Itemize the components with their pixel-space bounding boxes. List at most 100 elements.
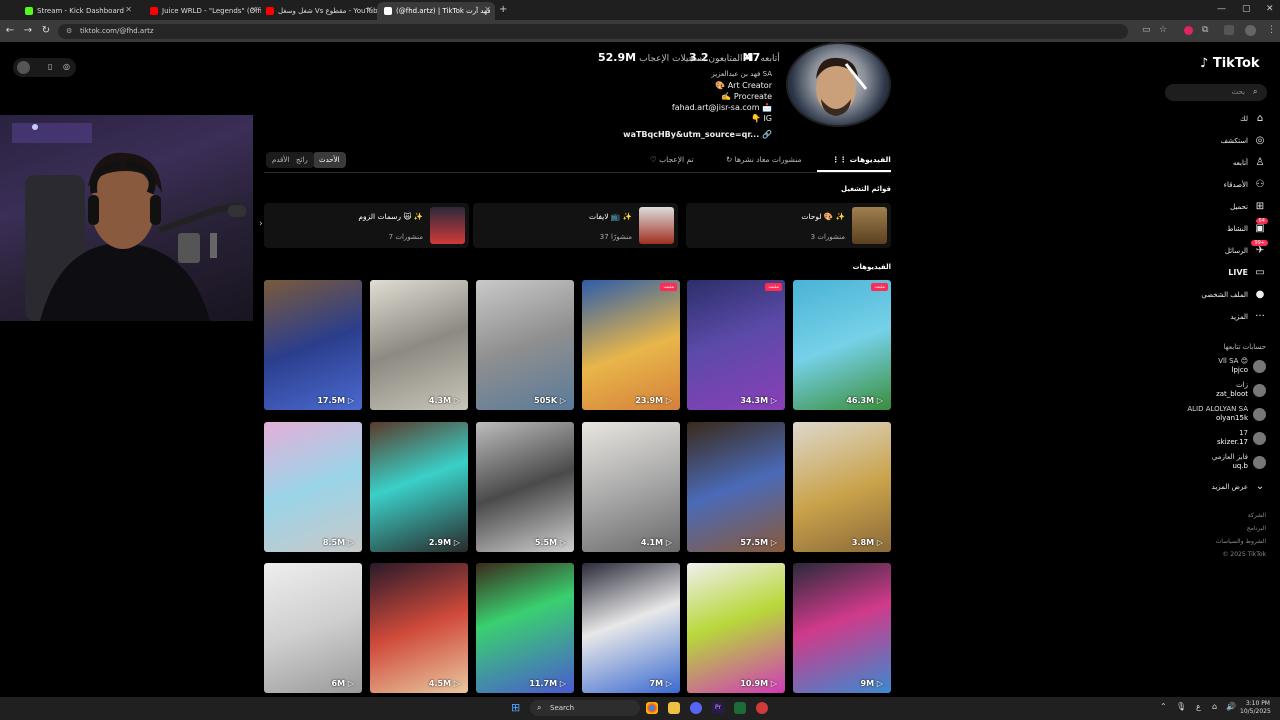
site-info-icon[interactable]: ⚙ [66,27,72,35]
bookmark-star-icon[interactable]: ☆ [1159,25,1167,35]
video-thumbnail[interactable]: 4.1M ▷ [582,422,680,552]
sidebar-item-compass[interactable]: استكشف ◎ [1221,135,1266,146]
language-icon[interactable]: ع [1196,702,1201,711]
playlists-prev-arrow[interactable]: › [259,219,263,229]
microphone-icon[interactable]: 🎙 [1176,702,1186,711]
url-field[interactable]: tiktok.com/@fhd.artz [58,24,1128,39]
taskbar-search[interactable]: Search [530,700,640,716]
show-more-button[interactable]: عرض المزيد ⌄ [1212,481,1266,492]
clock[interactable]: 3:10 PM 10/5/2025 [1240,700,1271,716]
footer-link[interactable]: الشركة [1248,512,1266,519]
premiere-icon[interactable]: Pr [712,702,724,714]
profile-icon: ● [1255,289,1265,300]
search-icon[interactable]: ⌕ [1253,87,1257,97]
browser-tab[interactable]: شغل وسغل Vs مقطوع - YouTube✕ [259,2,377,20]
following-account[interactable]: ALID ALOLYAN SA olyan15k [1187,405,1266,423]
playlist-card[interactable]: لايفات 📺 ✨ 37 منشورًا [473,203,678,248]
extensions-puzzle-icon[interactable]: ⧉ [1202,25,1208,35]
sidebar-panel-icon[interactable] [1224,25,1234,35]
forward-icon[interactable]: → [21,25,35,36]
sidebar-item-profile[interactable]: الملف الشخصي ● [1201,289,1266,300]
excel-icon[interactable] [734,702,746,714]
profile-link[interactable]: waTBqcHBy&utm_source=qr... 🔗 [623,130,772,139]
search-input[interactable]: بحث [1165,84,1267,101]
sidebar-item-friends[interactable]: الأصدقاء ⚇ [1224,179,1266,190]
reload-icon[interactable]: ↻ [39,25,53,36]
following-account[interactable]: فايز العازمي uq.b [1212,453,1266,471]
video-thumbnail[interactable]: 9M ▷ [793,563,891,693]
new-tab-button[interactable]: + [499,4,507,15]
video-thumbnail[interactable]: مثبت 34.3M ▷ [687,280,785,410]
video-thumbnail[interactable]: 505K ▷ [476,280,574,410]
sidebar-item-upload[interactable]: تحميل ⊞ [1230,201,1266,212]
stat-likes[interactable]: 52.9M تسجيلات الإعجاب [598,51,705,64]
discord-icon[interactable] [690,702,702,714]
more-icon: ··· [1255,311,1265,322]
volume-icon[interactable]: 🔊 [1226,702,1236,711]
maximize-button[interactable]: ▢ [1242,4,1251,14]
footer-link[interactable]: © 2025 TikTok [1223,551,1267,558]
video-thumbnail[interactable]: 7M ▷ [582,563,680,693]
tiktok-logo[interactable]: ♪ TikTok [1200,56,1260,71]
tab-liked[interactable]: ♡ تم الإعجاب [650,155,694,164]
file-explorer-icon[interactable] [668,702,680,714]
minimize-button[interactable]: — [1217,4,1226,14]
playlist-card[interactable]: لوحات 🎨 ✨ 3 منشورات [686,203,891,248]
video-thumbnail[interactable]: 57.5M ▷ [687,422,785,552]
overlay-avatar[interactable] [17,61,30,74]
tab-favicon-icon [384,7,392,15]
sidebar-item-live[interactable]: LIVE ▭ [1228,267,1266,278]
sidebar-item-more[interactable]: المزيد ··· [1230,311,1266,322]
tab-close-icon[interactable]: ✕ [125,5,132,14]
sidebar-item-home[interactable]: لك ⌂ [1240,113,1266,124]
video-thumbnail[interactable]: 10.9M ▷ [687,563,785,693]
bio-line: ✍️ Procreate [721,92,772,101]
video-thumbnail[interactable]: 2.9M ▷ [370,422,468,552]
sidebar-item-activity[interactable]: النشاط ▣ 64 [1227,218,1268,234]
sidebar-item-label: تحميل [1230,202,1248,211]
video-thumbnail[interactable]: 3.8M ▷ [793,422,891,552]
chrome-icon[interactable] [646,702,658,714]
browser-tab[interactable]: (@fhd.artz) | TikTok فهد آرت ✕ [377,2,495,20]
browser-menu-icon[interactable]: ⋮ [1267,25,1276,35]
sort-button[interactable]: الأحدث [313,152,346,168]
footer-link[interactable]: الشروط والسياسات [1216,538,1266,545]
browser-tab[interactable]: Stream - Kick Dashboard ✕ [18,2,136,20]
video-thumbnail[interactable]: 5.5M ▷ [476,422,574,552]
app-icon[interactable] [756,702,768,714]
tab-reposts[interactable]: ↻ منشورات معاد نشرها [726,155,801,164]
compass-small-icon[interactable]: ◎ [63,62,70,71]
tab-close-icon[interactable]: ✕ [250,5,257,14]
playlist-card[interactable]: رسمات الزوم 🙀 ✨ 7 منشورات [264,203,469,248]
tab-close-icon[interactable]: ✕ [484,5,491,14]
sidebar-item-follow[interactable]: أتابعه ♙ [1233,157,1266,168]
browser-tab[interactable]: Juice WRLD - "Legends" (Offici...✕ [143,2,261,20]
phone-icon[interactable]: ▯ [48,62,52,71]
video-thumbnail[interactable]: 4.5M ▷ [370,563,468,693]
video-thumbnail[interactable]: 8.5M ▷ [264,422,362,552]
following-account[interactable]: زات zat_bloot [1216,381,1266,399]
video-thumbnail[interactable]: 6M ▷ [264,563,362,693]
browser-profile-avatar[interactable] [1245,25,1256,36]
cast-icon[interactable]: ▭ [1142,25,1151,35]
video-view-count: 46.3M ▷ [846,396,883,405]
close-window-button[interactable]: ✕ [1266,4,1274,14]
tray-chevron-icon[interactable]: ⌃ [1160,702,1167,711]
following-account[interactable]: 17 skizer.17 [1217,429,1266,447]
network-icon[interactable]: ⌂ [1212,702,1217,711]
back-icon[interactable]: ← [3,25,17,36]
sort-button[interactable]: الأقدم [266,152,296,168]
tab-close-icon[interactable]: ✕ [366,5,373,14]
following-account[interactable]: Vll SA 😊 lpjco [1218,357,1266,375]
extension-icon[interactable] [1184,26,1193,35]
video-thumbnail[interactable]: مثبت 46.3M ▷ [793,280,891,410]
video-thumbnail[interactable]: مثبت 23.9M ▷ [582,280,680,410]
sidebar-item-messages[interactable]: الرسائل ✈ 99+ [1225,240,1268,256]
tab-videos[interactable]: ⋮⋮ الفيديوهات [832,155,891,164]
video-thumbnail[interactable]: 4.3M ▷ [370,280,468,410]
video-thumbnail[interactable]: 17.5M ▷ [264,280,362,410]
play-icon: ▷ [663,538,672,547]
footer-link[interactable]: البرنامج [1247,525,1266,532]
video-thumbnail[interactable]: 11.7M ▷ [476,563,574,693]
start-windows-icon[interactable]: ⊞ [511,701,520,714]
